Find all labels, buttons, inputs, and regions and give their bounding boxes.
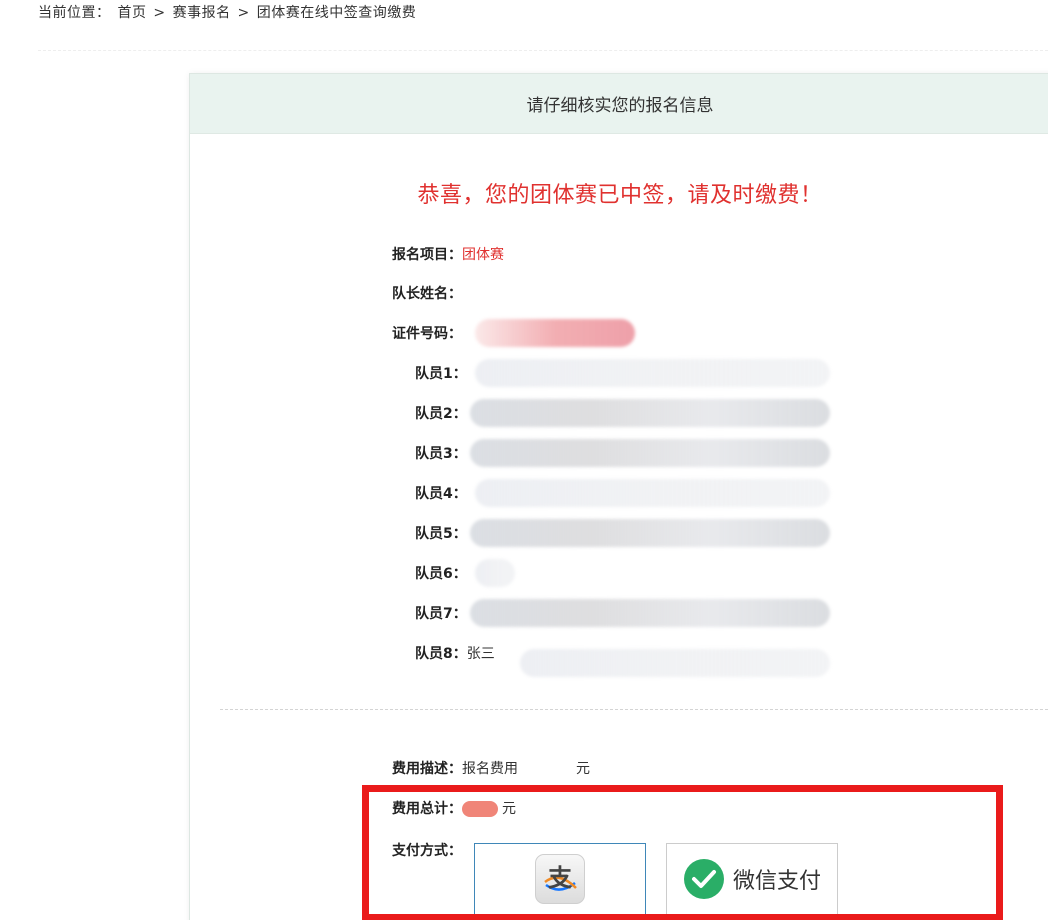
captain-row: 队长姓名： <box>392 283 462 303</box>
member-label: 队员2： <box>415 406 467 422</box>
breadcrumb-separator: > <box>237 5 250 21</box>
panel-header: 请仔细核实您的报名信息 <box>190 74 1048 134</box>
member-name: 张三 <box>466 646 495 662</box>
redacted-member-info <box>475 559 515 587</box>
fee-description-row: 费用描述：报名费用 元 <box>392 758 590 778</box>
breadcrumb-current-page: 团体赛在线中签查询缴费 <box>256 5 417 21</box>
id-number-row: 证件号码： <box>392 323 462 343</box>
redacted-member-info <box>470 399 830 427</box>
id-number-label: 证件号码： <box>392 326 462 342</box>
redacted-member-info <box>475 359 830 387</box>
member-row: 队员5： <box>415 523 467 543</box>
breadcrumb: 当前位置： 首页 > 赛事报名 > 团体赛在线中签查询缴费 <box>38 2 418 22</box>
redacted-member-info <box>470 439 830 467</box>
fee-description-value: 报名费用 <box>462 761 518 777</box>
redacted-member-info <box>475 479 830 507</box>
panel-title: 请仔细核实您的报名信息 <box>526 96 714 116</box>
breadcrumb-home[interactable]: 首页 <box>117 5 146 21</box>
member-label: 队员4： <box>415 486 467 502</box>
member-label: 队员5： <box>415 526 467 542</box>
member-row: 队员4： <box>415 483 467 503</box>
project-row: 报名项目：团体赛 <box>392 244 504 264</box>
project-label: 报名项目： <box>392 247 462 263</box>
redacted-member-info <box>470 519 830 547</box>
breadcrumb-event-registration[interactable]: 赛事报名 <box>173 5 231 21</box>
member-row: 队员7： <box>415 603 467 623</box>
captain-label: 队长姓名： <box>392 286 462 302</box>
breadcrumb-prefix: 当前位置： <box>38 5 111 21</box>
breadcrumb-separator: > <box>153 5 166 21</box>
member-label: 队员6： <box>415 566 467 582</box>
member-label: 队员7： <box>415 606 467 622</box>
fee-description-label: 费用描述： <box>392 761 462 777</box>
member-label: 队员1： <box>415 366 467 382</box>
member-row: 队员6： <box>415 563 467 583</box>
redacted-id-number <box>475 319 635 347</box>
member-row: 队员3： <box>415 443 467 463</box>
top-divider <box>38 50 1048 51</box>
member-row: 队员1： <box>415 363 467 383</box>
section-divider <box>220 709 1048 710</box>
project-value: 团体赛 <box>462 247 504 263</box>
fee-description-unit: 元 <box>576 761 590 777</box>
success-message: 恭喜，您的团体赛已中签，请及时缴费！ <box>417 183 823 208</box>
redacted-member-info <box>520 649 830 677</box>
member-label: 队员3： <box>415 446 467 462</box>
payment-highlight-box <box>362 785 1003 920</box>
member-label: 队员8： <box>415 646 467 662</box>
redacted-member-info <box>470 599 830 627</box>
member-row: 队员8：张三 <box>415 643 495 663</box>
member-row: 队员2： <box>415 403 467 423</box>
